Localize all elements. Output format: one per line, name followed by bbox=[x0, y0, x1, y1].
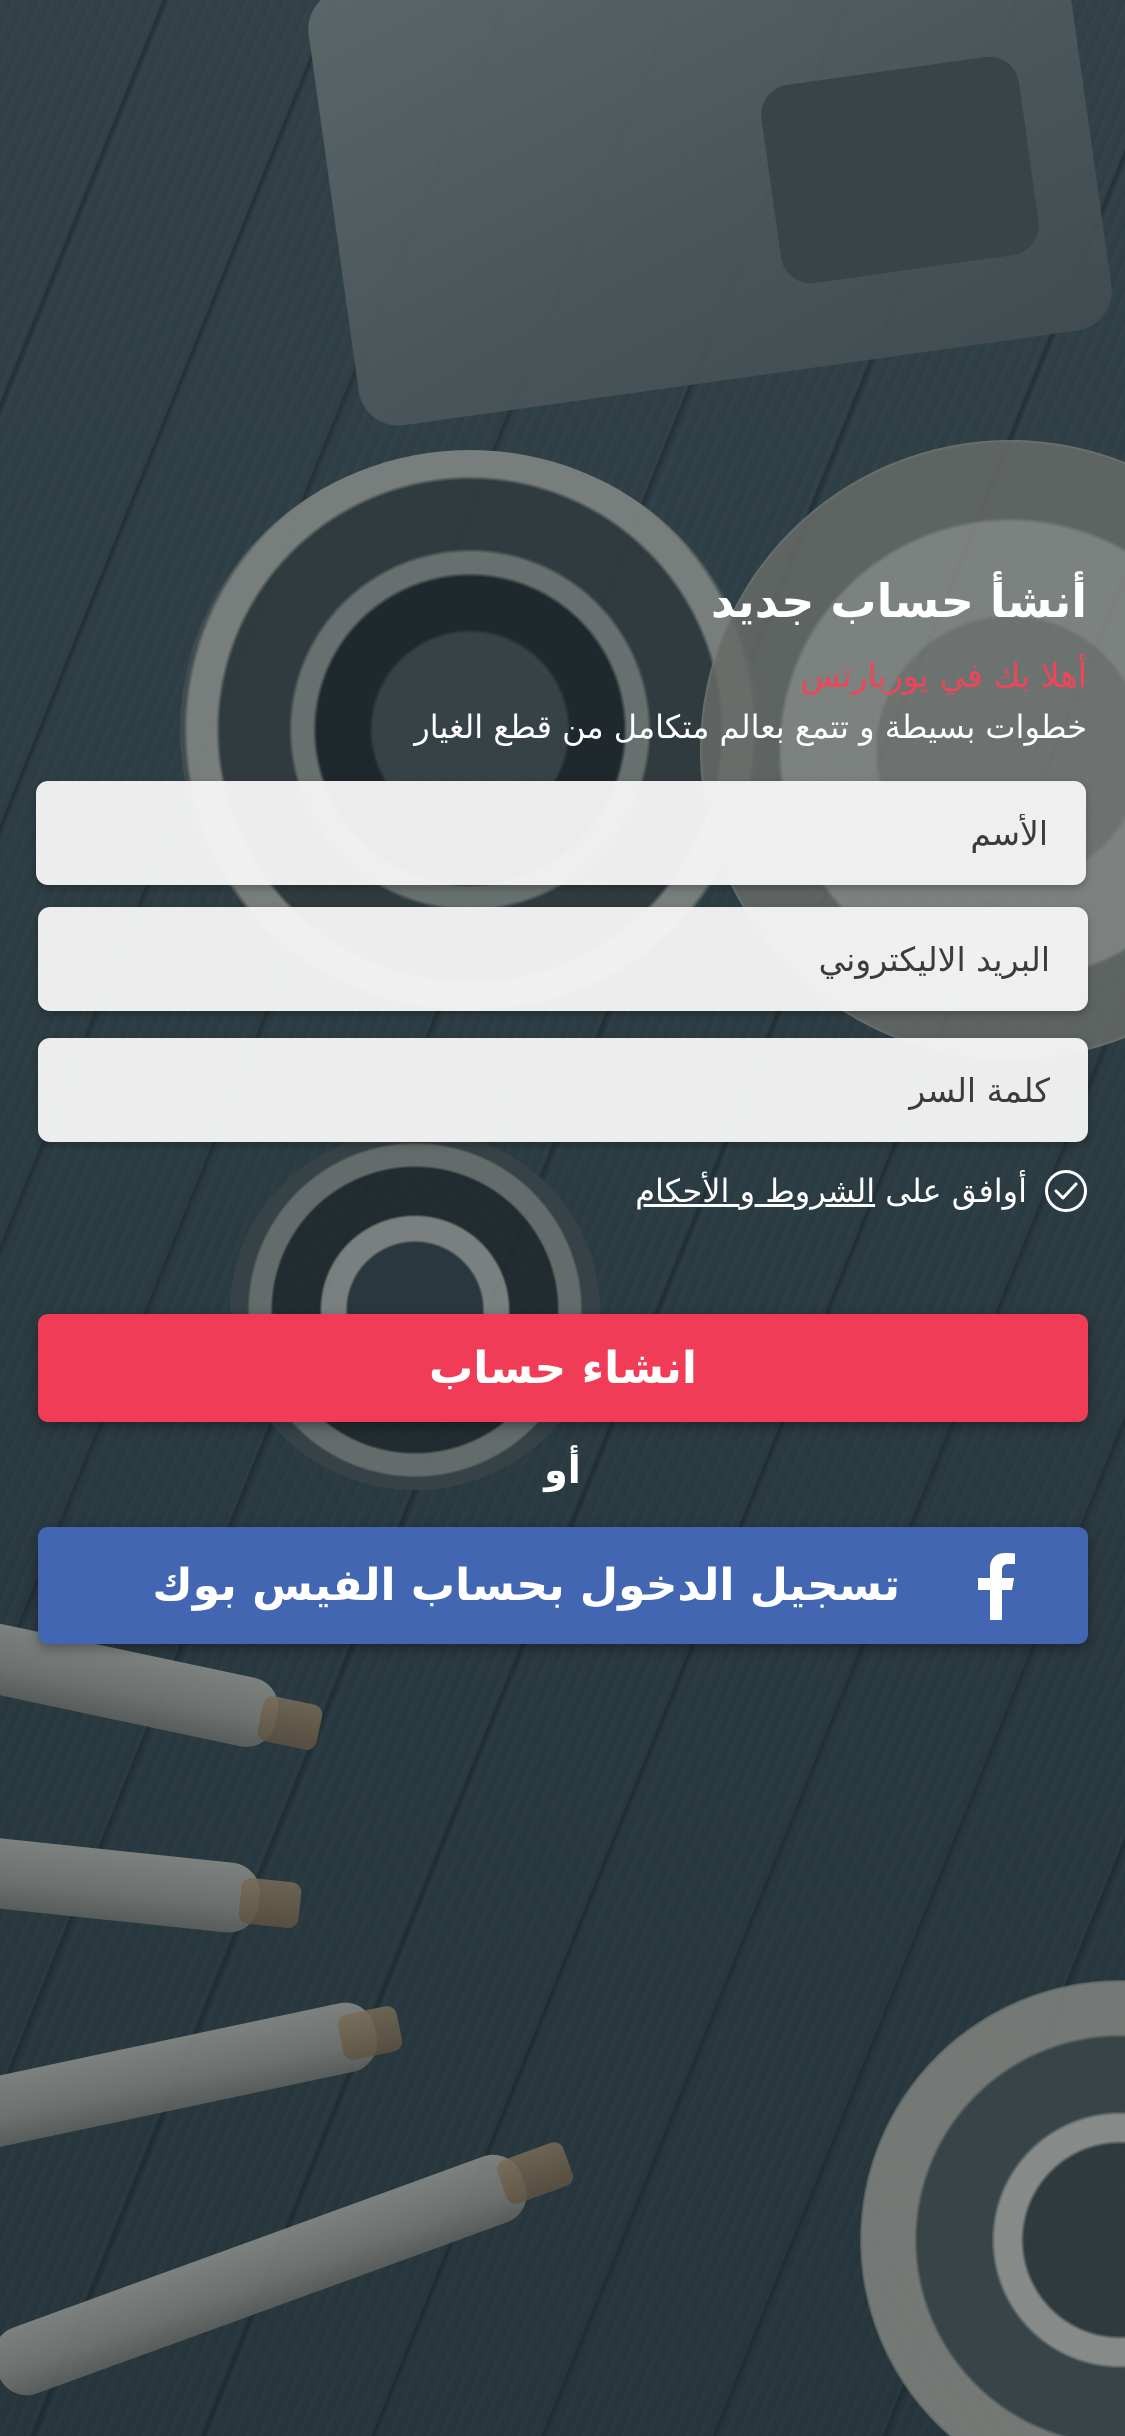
email-input[interactable] bbox=[38, 907, 1088, 1011]
subtitle-text: خطوات بسيطة و تتمع بعالم متكامل من قطع ا… bbox=[414, 708, 1087, 746]
password-input[interactable] bbox=[38, 1038, 1088, 1142]
name-input[interactable] bbox=[36, 781, 1086, 885]
check-circle-icon[interactable] bbox=[1045, 1170, 1087, 1212]
facebook-login-label: تسجيل الدخول بحساب الفيس بوك bbox=[152, 1560, 900, 1611]
welcome-text: أهلا بك في يوربارتس bbox=[800, 656, 1087, 695]
create-account-label: انشاء حساب bbox=[429, 1342, 697, 1394]
background-image bbox=[0, 0, 1125, 2436]
terms-text: أوافق على الشروط و الأحكام bbox=[635, 1172, 1027, 1210]
signup-screen: أنشأ حساب جديد أهلا بك في يوربارتس خطوات… bbox=[0, 0, 1125, 2436]
terms-link[interactable]: الشروط و الأحكام bbox=[635, 1172, 875, 1210]
facebook-icon bbox=[974, 1552, 1018, 1620]
page-title: أنشأ حساب جديد bbox=[710, 574, 1087, 628]
terms-prefix: أوافق على bbox=[875, 1172, 1027, 1210]
facebook-login-button[interactable]: تسجيل الدخول بحساب الفيس بوك bbox=[38, 1527, 1088, 1644]
or-divider-text: أو bbox=[544, 1448, 581, 1492]
background-dim-overlay bbox=[0, 0, 1125, 2436]
terms-checkbox-row[interactable]: أوافق على الشروط و الأحكام bbox=[635, 1170, 1087, 1212]
create-account-button[interactable]: انشاء حساب bbox=[38, 1314, 1088, 1422]
checkmark-icon bbox=[1054, 1182, 1078, 1200]
